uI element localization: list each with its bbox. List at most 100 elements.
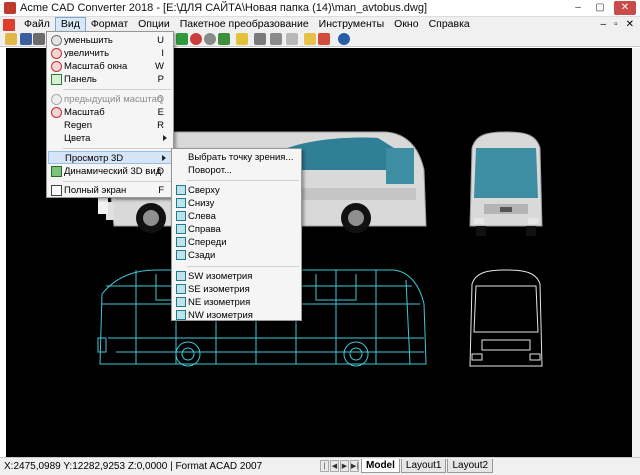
menu-zoom-window-shortcut: W <box>155 61 164 72</box>
previous-zoom-icon <box>51 94 62 105</box>
submenu-left[interactable]: Слева <box>173 210 300 223</box>
mdi-minimize-button[interactable]: – <box>601 17 607 32</box>
warning-icon[interactable] <box>304 33 316 45</box>
coordinates-readout: X:2475,0989 Y:12282,9253 Z:0,0000 | Form… <box>4 461 263 472</box>
menu-zoom-out[interactable]: уменьшить U <box>48 34 172 47</box>
lightning-icon[interactable] <box>236 33 248 45</box>
last-tab-button[interactable]: ▶| <box>350 460 359 472</box>
menu-options[interactable]: Опции <box>133 17 175 32</box>
menu-file[interactable]: Файл <box>19 17 55 32</box>
menu-zoom-in-label: увеличить <box>64 48 110 59</box>
drawing-fragment <box>98 198 108 214</box>
prev-tab-button[interactable]: ◀ <box>330 460 339 472</box>
submenu-top[interactable]: Сверху <box>173 184 300 197</box>
cube-top-icon <box>176 185 186 195</box>
next-tab-button[interactable]: ▶ <box>340 460 349 472</box>
submenu-select-viewpoint-label: Выбрать точку зрения... <box>188 152 294 163</box>
submenu-se-isometric-label: SE изометрия <box>188 284 250 295</box>
tab-layout2[interactable]: Layout2 <box>447 459 494 473</box>
menu-full-screen-shortcut: F <box>158 185 164 196</box>
background-icon[interactable] <box>286 33 298 45</box>
submenu-sw-isometric[interactable]: SW изометрия <box>173 270 300 283</box>
submenu-front-label: Спереди <box>188 237 227 248</box>
menu-zoom-window[interactable]: Масштаб окна W <box>48 60 172 73</box>
tab-model[interactable]: Model <box>361 459 400 473</box>
dynamic-3d-icon <box>51 166 62 177</box>
copy-icon[interactable] <box>270 33 282 45</box>
menu-scale[interactable]: Масштаб E <box>48 106 172 119</box>
pan-icon[interactable] <box>176 33 188 45</box>
submenu-rotate-label: Поворот... <box>188 165 232 176</box>
submenu-nw-isometric[interactable]: NW изометрия <box>173 309 300 322</box>
menu-window[interactable]: Окно <box>389 17 423 32</box>
menu-zoom-out-shortcut: U <box>157 35 164 46</box>
menu-scale-label: Масштаб <box>64 107 105 118</box>
print-icon[interactable] <box>33 33 45 45</box>
tab-layout1[interactable]: Layout1 <box>400 459 447 473</box>
submenu-bottom[interactable]: Снизу <box>173 197 300 210</box>
open-icon[interactable] <box>5 33 17 45</box>
submenu-left-label: Слева <box>188 211 216 222</box>
close-button[interactable]: ✕ <box>614 1 636 15</box>
menu-zoom-in-shortcut: I <box>161 48 164 59</box>
menu-view[interactable]: Вид <box>54 17 86 32</box>
layout-tabs: |◀ ◀ ▶ ▶| Model Layout1 Layout2 <box>320 459 494 473</box>
info-icon[interactable] <box>338 33 350 45</box>
maximize-button[interactable]: ▢ <box>592 1 608 15</box>
cube-sw-icon <box>176 271 186 281</box>
submenu-select-viewpoint[interactable]: Выбрать точку зрения... <box>173 151 300 164</box>
zoom-out-icon[interactable] <box>204 33 216 45</box>
submenu-ne-isometric-label: NE изометрия <box>188 297 251 308</box>
menu-regen[interactable]: Regen R <box>48 119 172 132</box>
menu-full-screen[interactable]: Полный экран F <box>48 184 172 197</box>
view-menu-dropdown: уменьшить U увеличить I Масштаб окна W П… <box>46 31 174 198</box>
zoom-window-icon[interactable] <box>218 33 230 45</box>
cube-back-icon <box>176 250 186 260</box>
menu-batch-convert[interactable]: Пакетное преобразование <box>175 17 314 32</box>
menu-dynamic-3d-view[interactable]: Динамический 3D вид D <box>48 165 172 178</box>
zoom-in-icon[interactable] <box>190 33 202 45</box>
cube-ne-icon <box>176 297 186 307</box>
submenu-back[interactable]: Сзади <box>173 249 300 262</box>
full-screen-icon <box>51 185 62 196</box>
title-bar: Acme CAD Converter 2018 - [E:\ДЛЯ САЙТА\… <box>0 0 640 17</box>
cube-nw-icon <box>176 310 186 320</box>
submenu-ne-isometric[interactable]: NE изометрия <box>173 296 300 309</box>
submenu-front[interactable]: Спереди <box>173 236 300 249</box>
menu-pan[interactable]: Панель P <box>48 73 172 86</box>
submenu-separator <box>187 180 299 181</box>
cube-se-icon <box>176 284 186 294</box>
menu-pan-label: Панель <box>64 74 97 85</box>
submenu-right-label: Справа <box>188 224 221 235</box>
submenu-se-isometric[interactable]: SE изометрия <box>173 283 300 296</box>
menu-colors[interactable]: Цвета <box>48 132 172 145</box>
menu-dynamic-3d-view-shortcut: D <box>157 166 164 177</box>
menu-full-screen-label: Полный экран <box>64 185 127 196</box>
menu-format[interactable]: Формат <box>86 17 133 32</box>
menu-view-3d[interactable]: Просмотр 3D <box>48 151 172 164</box>
menu-previous-zoom[interactable]: предыдущий масштаб Q <box>48 93 172 106</box>
submenu-rotate[interactable]: Поворот... <box>173 164 300 177</box>
menu-view-3d-label: Просмотр 3D <box>65 153 124 164</box>
menu-zoom-in[interactable]: увеличить I <box>48 47 172 60</box>
first-tab-button[interactable]: |◀ <box>320 460 329 472</box>
minimize-button[interactable]: – <box>570 1 586 15</box>
document-icon[interactable] <box>3 18 15 31</box>
submenu-arrow-icon <box>162 155 166 161</box>
submenu-right[interactable]: Справа <box>173 223 300 236</box>
menu-tools[interactable]: Инструменты <box>314 17 389 32</box>
menu-help[interactable]: Справка <box>424 17 475 32</box>
home-icon[interactable] <box>318 33 330 45</box>
save-icon[interactable] <box>20 33 32 45</box>
mdi-restore-button[interactable]: ▫ <box>614 17 618 32</box>
window-controls: – ▢ ✕ <box>570 1 636 15</box>
mdi-controls: – ▫ ✕ <box>601 17 635 32</box>
app-icon <box>4 2 16 14</box>
vertical-scrollbar[interactable] <box>632 48 640 457</box>
menu-scale-shortcut: E <box>157 107 164 118</box>
layers-icon[interactable] <box>254 33 266 45</box>
menu-previous-zoom-shortcut: Q <box>156 94 164 105</box>
cube-front-icon <box>176 237 186 247</box>
menu-zoom-out-label: уменьшить <box>64 35 113 46</box>
mdi-close-button[interactable]: ✕ <box>626 17 634 32</box>
